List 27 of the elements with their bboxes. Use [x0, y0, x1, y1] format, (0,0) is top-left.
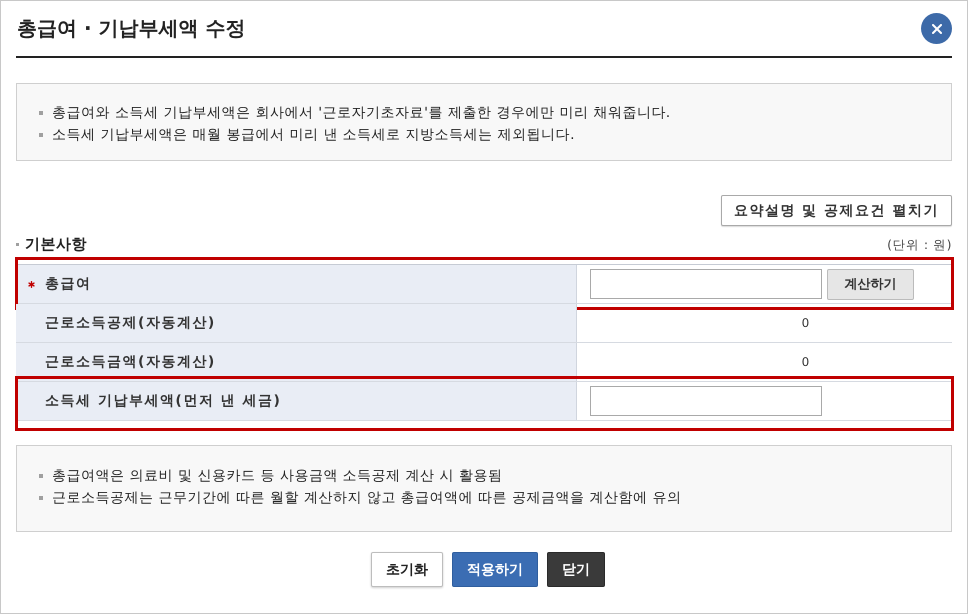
expand-summary-button[interactable]: 요약설명 및 공제요건 펼치기: [720, 195, 952, 226]
close-text-button[interactable]: 닫기: [547, 552, 605, 587]
input-field[interactable]: [590, 386, 822, 416]
field-label: 총급여: [45, 275, 92, 293]
notice-text: 소득세 기납부세액은 매월 봉급에서 미리 낸 소득세로 지방소득세는 제외됩니다.: [52, 126, 576, 145]
bullet-icon: [16, 243, 19, 246]
value-cell-text: 0: [800, 315, 810, 332]
calculate-button[interactable]: 계산하기: [827, 268, 914, 300]
dialog-title: 총급여 · 기납부세액 수정: [16, 15, 246, 42]
section-title: 기본사항: [25, 235, 87, 254]
apply-button[interactable]: 적용하기: [452, 552, 538, 587]
reset-button[interactable]: 초기화: [371, 552, 443, 587]
close-button[interactable]: [921, 13, 952, 44]
bullet-icon: [39, 474, 43, 478]
bullet-icon: [39, 111, 43, 115]
close-icon: [932, 24, 942, 34]
notice-text: 총급여액은 의료비 및 신용카드 등 사용금액 소득공제 계산 시 활용됨: [52, 467, 503, 486]
notice-text: 근로소득공제는 근무기간에 따른 월할 계산하지 않고 총급여액에 따른 공제금액을 계산함에 유의: [52, 489, 682, 508]
unit-text: (단위 : 원): [887, 237, 952, 254]
field-label: 소득세 기납부세액(먼저 낸 세금): [45, 392, 282, 410]
field-label: 근로소득금액(자동계산): [45, 353, 216, 371]
value-cell-text: 0: [800, 354, 810, 371]
input-field[interactable]: [590, 269, 822, 299]
field-label: 근로소득공제(자동계산): [45, 314, 216, 332]
bullet-icon: [39, 133, 43, 137]
notice-text: 총급여와 소득세 기납부세액은 회사에서 '근로자기초자료'를 제출한 경우에만 미리 채워줍니다.: [52, 104, 671, 123]
bullet-icon: [39, 496, 43, 500]
